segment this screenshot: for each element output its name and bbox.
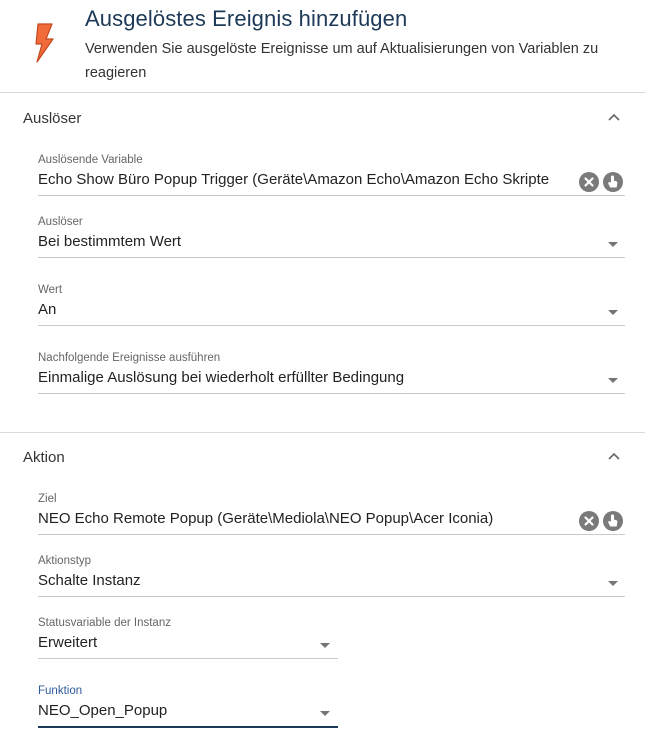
chevron-up-icon[interactable] — [607, 110, 621, 124]
trigger-value-select[interactable]: Wert An — [38, 284, 625, 328]
input-underline — [38, 393, 625, 394]
input-underline — [38, 658, 338, 659]
dropdown-arrow-icon[interactable] — [320, 711, 330, 716]
field-label: Nachfolgende Ereignisse ausführen — [38, 352, 221, 364]
dropdown-arrow-icon[interactable] — [608, 581, 618, 586]
pointer-hand-icon — [608, 514, 618, 527]
field-label: Aktionstyp — [38, 555, 92, 567]
chevron-up-icon[interactable] — [607, 449, 621, 463]
input-underline — [38, 257, 625, 258]
field-label: Ziel — [38, 493, 57, 505]
section-header-action[interactable]: Aktion — [0, 435, 645, 479]
input-underline — [38, 325, 625, 326]
dropdown-arrow-icon[interactable] — [608, 378, 618, 383]
clear-button[interactable] — [579, 511, 599, 531]
action-type-value[interactable]: Schalte Instanz — [38, 572, 141, 589]
function-select[interactable]: Funktion NEO_Open_Popup — [38, 685, 338, 729]
input-underline — [38, 596, 625, 597]
select-button[interactable] — [603, 511, 623, 531]
field-label: Statusvariable der Instanz — [38, 617, 171, 629]
input-underline — [38, 726, 338, 728]
select-button[interactable] — [603, 172, 623, 192]
section-title-trigger: Auslöser — [23, 110, 82, 127]
target-field[interactable]: Ziel NEO Echo Remote Popup (Geräte\Medio… — [38, 493, 625, 537]
dropdown-arrow-icon[interactable] — [608, 242, 618, 247]
target-input[interactable]: NEO Echo Remote Popup (Geräte\Mediola\NE… — [38, 510, 573, 527]
field-label: Funktion — [38, 685, 83, 697]
dialog-title: Ausgelöstes Ereignis hinzufügen — [85, 6, 408, 31]
subsequent-events-value[interactable]: Einmalige Auslösung bei wiederholt erfül… — [38, 369, 404, 386]
section-title-action: Aktion — [23, 449, 65, 466]
status-variable-select[interactable]: Statusvariable der Instanz Erweitert — [38, 617, 338, 661]
dropdown-arrow-icon[interactable] — [608, 310, 618, 315]
close-icon — [584, 516, 594, 526]
action-type-select[interactable]: Aktionstyp Schalte Instanz — [38, 555, 625, 599]
pointer-hand-icon — [608, 175, 618, 188]
input-underline — [38, 534, 625, 535]
section-divider — [0, 432, 645, 433]
lightning-icon — [35, 23, 54, 63]
trigger-type-select[interactable]: Auslöser Bei bestimmtem Wert — [38, 216, 625, 260]
input-underline — [38, 195, 625, 196]
subsequent-events-select[interactable]: Nachfolgende Ereignisse ausführen Einmal… — [38, 352, 625, 396]
function-value[interactable]: NEO_Open_Popup — [38, 702, 167, 719]
close-icon — [584, 177, 594, 187]
clear-button[interactable] — [579, 172, 599, 192]
trigger-variable-field[interactable]: Auslösende Variable Echo Show Büro Popup… — [38, 154, 625, 198]
section-header-trigger[interactable]: Auslöser — [0, 96, 645, 140]
trigger-value-value[interactable]: An — [38, 301, 56, 318]
trigger-variable-input[interactable]: Echo Show Büro Popup Trigger (Geräte\Ama… — [38, 171, 578, 188]
dialog-subtitle: Verwenden Sie ausgelöste Ereignisse um a… — [85, 41, 599, 81]
field-label: Auslösende Variable — [38, 154, 143, 166]
dropdown-arrow-icon[interactable] — [320, 643, 330, 648]
trigger-type-value[interactable]: Bei bestimmtem Wert — [38, 233, 181, 250]
field-label: Wert — [38, 284, 63, 296]
status-variable-value[interactable]: Erweitert — [38, 634, 97, 651]
field-label: Auslöser — [38, 216, 83, 228]
dialog-header: Ausgelöstes Ereignis hinzufügen Verwende… — [0, 0, 645, 93]
